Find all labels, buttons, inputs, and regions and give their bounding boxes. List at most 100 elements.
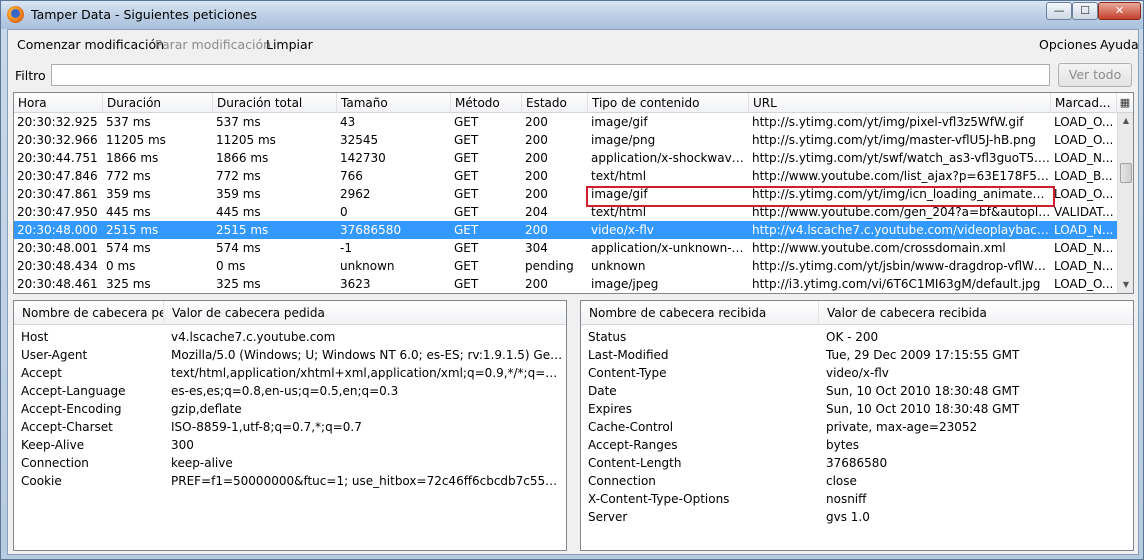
col-url-header[interactable]: URL	[749, 93, 1051, 113]
request-header-name-column[interactable]: Nombre de cabecera pe...	[14, 301, 164, 325]
col-content-type-cell: image/jpeg	[591, 277, 659, 291]
request-headers-row[interactable]: Accept-Encoding gzip,deflate	[14, 400, 566, 418]
request-row[interactable]: 20:30:48.000 2515 ms 2515 ms 37686580 GET 200…	[14, 221, 1117, 239]
title-bar[interactable]: Tamper Data - Siguientes peticiones — ☐ …	[1, 1, 1143, 29]
start-modification-menu[interactable]: Comenzar modificación	[17, 37, 164, 52]
col-method-cell: GET	[454, 151, 479, 165]
tamper-data-window: Tamper Data - Siguientes peticiones — ☐ …	[0, 0, 1144, 560]
response-headers-row[interactable]: Content-Length 37686580	[581, 454, 1133, 472]
scroll-up-icon[interactable]: ▲	[1118, 113, 1133, 129]
col-status-header[interactable]: Estado	[522, 93, 588, 113]
request-row[interactable]: 20:30:48.434 0 ms 0 ms unknown GET pending unk…	[14, 257, 1117, 275]
col-duration-cell: 0 ms	[106, 259, 136, 273]
col-method-cell: GET	[454, 169, 479, 183]
col-duration-cell: 359 ms	[106, 187, 151, 201]
col-url-cell: http://www.youtube.com/crossdomain.xml	[752, 241, 1006, 255]
response-headers-row[interactable]: Date Sun, 10 Oct 2010 18:30:48 GMT	[581, 382, 1133, 400]
request-header-value-column[interactable]: Valor de cabecera pedida	[164, 301, 566, 325]
header-name-cell: Last-Modified	[588, 348, 669, 362]
header-name-cell: X-Content-Type-Options	[588, 492, 730, 506]
request-headers-row[interactable]: Accept-Language es-es,es;q=0.8,en-us;q=0.…	[14, 382, 566, 400]
col-size-cell: unknown	[340, 259, 395, 273]
col-method-cell: GET	[454, 259, 479, 273]
request-row[interactable]: 20:30:47.861 359 ms 359 ms 2962 GET 200 image/…	[14, 185, 1117, 203]
response-headers-row[interactable]: Last-Modified Tue, 29 Dec 2009 17:15:55 G…	[581, 346, 1133, 364]
scroll-down-icon[interactable]: ▼	[1118, 277, 1133, 293]
response-headers-row[interactable]: Connection close	[581, 472, 1133, 490]
scroll-thumb[interactable]	[1120, 163, 1132, 183]
stop-modification-menu[interactable]: Parar modificación	[155, 37, 271, 52]
header-value-cell: es-es,es;q=0.8,en-us;q=0.5,en;q=0.3	[171, 384, 399, 398]
maximize-button[interactable]: ☐	[1072, 2, 1098, 20]
col-time-header[interactable]: Hora	[14, 93, 103, 113]
response-headers-row[interactable]: Content-Type video/x-flv	[581, 364, 1133, 382]
response-headers-row[interactable]: Server gvs 1.0	[581, 508, 1133, 526]
request-headers-row[interactable]: Accept-Charset ISO-8859-1,utf-8;q=0.7,*;q…	[14, 418, 566, 436]
clear-menu[interactable]: Limpiar	[266, 37, 313, 52]
col-time-cell: 20:30:32.925	[17, 115, 98, 129]
help-menu[interactable]: Ayuda	[1100, 37, 1139, 52]
col-method-cell: GET	[454, 187, 479, 201]
close-button[interactable]: ✕	[1098, 2, 1141, 20]
request-row[interactable]: 20:30:32.925 537 ms 537 ms 43 GET 200 image/gi…	[14, 113, 1117, 131]
request-headers-row[interactable]: Connection keep-alive	[14, 454, 566, 472]
column-picker-icon[interactable]: ▦	[1117, 93, 1133, 113]
request-row[interactable]: 20:30:48.461 325 ms 325 ms 3623 GET 200 image/…	[14, 275, 1117, 293]
request-row[interactable]: 20:30:47.846 772 ms 772 ms 766 GET 200 text/ht…	[14, 167, 1117, 185]
col-time-cell: 20:30:47.861	[17, 187, 98, 201]
filter-input[interactable]	[51, 64, 1050, 86]
response-headers-row[interactable]: Expires Sun, 10 Oct 2010 18:30:48 GMT	[581, 400, 1133, 418]
header-name-cell: Accept-Charset	[21, 420, 113, 434]
header-name-cell: User-Agent	[21, 348, 88, 362]
request-headers-row[interactable]: Keep-Alive 300	[14, 436, 566, 454]
response-headers-row[interactable]: X-Content-Type-Options nosniff	[581, 490, 1133, 508]
request-headers-header: Nombre de cabecera pe... Valor de cabece…	[14, 301, 566, 325]
requests-scrollbar[interactable]: ▲ ▼	[1117, 113, 1133, 293]
header-value-cell: Tue, 29 Dec 2009 17:15:55 GMT	[826, 348, 1020, 362]
show-all-button[interactable]: Ver todo	[1058, 63, 1132, 87]
header-name-cell: Expires	[588, 402, 632, 416]
col-flags-cell: LOAD_N...	[1054, 259, 1114, 273]
options-menu[interactable]: Opciones	[1039, 37, 1097, 52]
col-size-cell: -1	[340, 241, 352, 255]
col-content-type-cell: application/x-shockwave-fl...	[591, 151, 749, 165]
col-method-cell: GET	[454, 277, 479, 291]
menu-bar: Comenzar modificación Parar modificación…	[8, 30, 1139, 58]
response-header-name-column[interactable]: Nombre de cabecera recibida	[581, 301, 819, 325]
col-total-duration-cell: 2515 ms	[216, 223, 269, 237]
response-headers-row[interactable]: Status OK - 200	[581, 328, 1133, 346]
col-total-duration-cell: 537 ms	[216, 115, 261, 129]
col-status-cell: 200	[525, 115, 548, 129]
response-header-value-column[interactable]: Valor de cabecera recibida	[819, 301, 1133, 325]
header-name-cell: Connection	[588, 474, 656, 488]
col-duration-cell: 574 ms	[106, 241, 151, 255]
minimize-button[interactable]: —	[1046, 2, 1072, 20]
response-headers-row[interactable]: Cache-Control private, max-age=23052	[581, 418, 1133, 436]
col-total-duration-cell: 574 ms	[216, 241, 261, 255]
col-total-duration-cell: 325 ms	[216, 277, 261, 291]
request-row[interactable]: 20:30:47.950 445 ms 445 ms 0 GET 204 text/html…	[14, 203, 1117, 221]
request-headers-row[interactable]: Accept text/html,application/xhtml+xml,ap…	[14, 364, 566, 382]
request-headers-row[interactable]: Host v4.lscache7.c.youtube.com	[14, 328, 566, 346]
request-row[interactable]: 20:30:32.966 11205 ms 11205 ms 32545 GET 200 i…	[14, 131, 1117, 149]
col-time-cell: 20:30:48.434	[17, 259, 98, 273]
request-row[interactable]: 20:30:48.001 574 ms 574 ms -1 GET 304 applicat…	[14, 239, 1117, 257]
request-headers-row[interactable]: User-Agent Mozilla/5.0 (Windows; U; Windo…	[14, 346, 566, 364]
col-size-header[interactable]: Tamaño	[337, 93, 451, 113]
col-status-cell: 200	[525, 151, 548, 165]
col-flags-header[interactable]: Marcad...	[1051, 93, 1117, 113]
request-headers-row[interactable]: Cookie PREF=f1=50000000&ftuc=1; use_hitbo…	[14, 472, 566, 490]
header-name-cell: Keep-Alive	[21, 438, 85, 452]
col-status-cell: 304	[525, 241, 548, 255]
col-size-cell: 142730	[340, 151, 386, 165]
col-method-header[interactable]: Método	[451, 93, 522, 113]
window-title: Tamper Data - Siguientes peticiones	[31, 7, 257, 22]
col-duration-header[interactable]: Duración	[103, 93, 213, 113]
col-total-duration-header[interactable]: Duración total	[213, 93, 337, 113]
response-headers-row[interactable]: Accept-Ranges bytes	[581, 436, 1133, 454]
col-total-duration-cell: 445 ms	[216, 205, 261, 219]
col-content-type-header[interactable]: Tipo de contenido	[588, 93, 749, 113]
col-flags-cell: LOAD_N...	[1054, 241, 1114, 255]
client-area: Comenzar modificación Parar modificación…	[7, 29, 1139, 555]
request-row[interactable]: 20:30:44.751 1866 ms 1866 ms 142730 GET 200 ap…	[14, 149, 1117, 167]
